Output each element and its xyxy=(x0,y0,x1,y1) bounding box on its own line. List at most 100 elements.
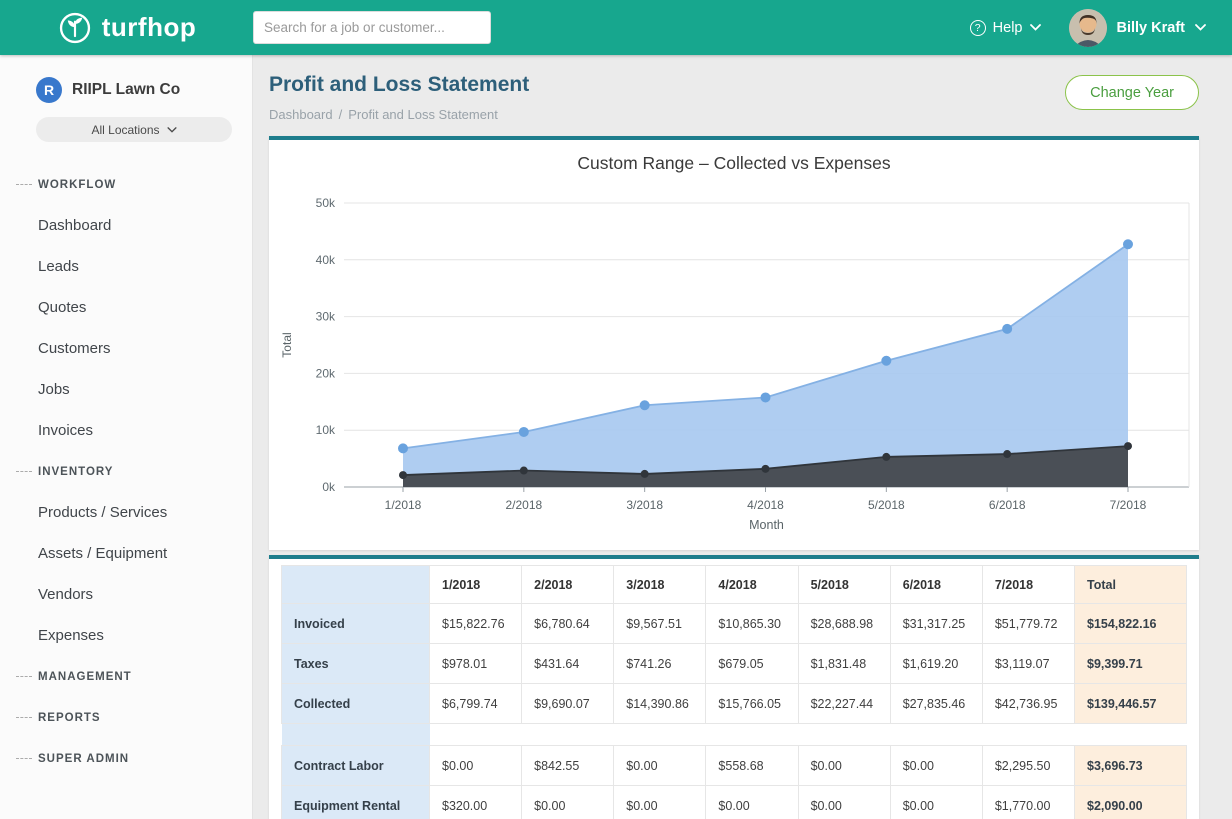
company-name: RIIPL Lawn Co xyxy=(72,81,180,99)
row-total: $2,090.00 xyxy=(1075,786,1187,819)
collected-point xyxy=(760,392,770,402)
sidebar-section-inventory[interactable]: INVENTORY xyxy=(0,451,252,492)
table-cell: $1,619.20 xyxy=(890,644,982,684)
sidebar-item-expenses[interactable]: Expenses xyxy=(0,615,252,656)
table-cell: $42,736.95 xyxy=(982,684,1074,724)
top-bar: turfhop ? Help Billy Kraft xyxy=(0,0,1232,55)
x-tick-label: 5/2018 xyxy=(868,498,905,512)
user-menu[interactable]: Billy Kraft xyxy=(1069,9,1207,47)
tree-dash-icon xyxy=(16,717,32,718)
row-label: Contract Labor xyxy=(282,746,430,786)
table-cell: $978.01 xyxy=(430,644,522,684)
search-input[interactable] xyxy=(253,11,491,44)
x-tick-label: 6/2018 xyxy=(989,498,1026,512)
table-cell: $0.00 xyxy=(798,786,890,819)
expenses-point xyxy=(1003,450,1011,458)
row-total: $154,822.16 xyxy=(1075,604,1187,644)
sidebar-item-leads[interactable]: Leads xyxy=(0,246,252,287)
col-header-total: Total xyxy=(1075,566,1187,604)
sidebar-section-super-admin[interactable]: SUPER ADMIN xyxy=(0,738,252,779)
row-label: Taxes xyxy=(282,644,430,684)
y-tick-label: 0k xyxy=(322,480,336,494)
sidebar-item-jobs[interactable]: Jobs xyxy=(0,369,252,410)
y-tick-label: 20k xyxy=(316,366,336,380)
y-tick-label: 50k xyxy=(316,196,336,210)
sidebar-item-products-services[interactable]: Products / Services xyxy=(0,492,252,533)
table-cell: $431.64 xyxy=(522,644,614,684)
row-total: $9,399.71 xyxy=(1075,644,1187,684)
change-year-button[interactable]: Change Year xyxy=(1065,75,1199,110)
x-axis-title: Month xyxy=(749,518,784,532)
table-cell: $27,835.46 xyxy=(890,684,982,724)
sidebar-section-label: MANAGEMENT xyxy=(38,671,132,683)
sidebar-section-management[interactable]: MANAGEMENT xyxy=(0,656,252,697)
sidebar-item-customers[interactable]: Customers xyxy=(0,328,252,369)
brand-logo[interactable]: turfhop xyxy=(0,10,253,46)
table-cell: $9,690.07 xyxy=(522,684,614,724)
avatar xyxy=(1069,9,1107,47)
tree-dash-icon xyxy=(16,758,32,759)
table-header-row: 1/20182/20183/20184/20185/20186/20187/20… xyxy=(282,566,1187,604)
y-axis-title: Total xyxy=(280,332,294,357)
table-row-contract-labor: Contract Labor$0.00$842.55$0.00$558.68$0… xyxy=(282,746,1187,786)
col-header-7-2018: 7/2018 xyxy=(982,566,1074,604)
col-header-5-2018: 5/2018 xyxy=(798,566,890,604)
chevron-down-icon xyxy=(167,127,177,133)
collected-point xyxy=(1123,239,1133,249)
collected-point xyxy=(519,427,529,437)
location-label: All Locations xyxy=(91,123,159,137)
location-selector[interactable]: All Locations xyxy=(36,117,232,142)
row-label: Collected xyxy=(282,684,430,724)
sidebar-section-label: WORKFLOW xyxy=(38,179,116,191)
expenses-point xyxy=(882,453,890,461)
table-cell: $842.55 xyxy=(522,746,614,786)
user-name: Billy Kraft xyxy=(1117,20,1186,36)
row-label: Equipment Rental xyxy=(282,786,430,819)
sidebar-item-dashboard[interactable]: Dashboard xyxy=(0,205,252,246)
sidebar-section-reports[interactable]: REPORTS xyxy=(0,697,252,738)
table-cell: $22,227.44 xyxy=(798,684,890,724)
spacer-cell xyxy=(282,724,430,746)
sidebar-section-label: INVENTORY xyxy=(38,466,113,478)
expenses-point xyxy=(641,470,649,478)
page-title: Profit and Loss Statement xyxy=(269,73,529,97)
breadcrumb-dashboard[interactable]: Dashboard xyxy=(269,107,333,122)
sidebar-item-invoices[interactable]: Invoices xyxy=(0,410,252,451)
table-cell: $31,317.25 xyxy=(890,604,982,644)
page-title-block: Profit and Loss Statement Dashboard/Prof… xyxy=(269,73,529,122)
expenses-point xyxy=(761,465,769,473)
col-header-2-2018: 2/2018 xyxy=(522,566,614,604)
table-cell: $6,780.64 xyxy=(522,604,614,644)
topbar-right: ? Help Billy Kraft xyxy=(970,9,1232,47)
table-row-taxes: Taxes$978.01$431.64$741.26$679.05$1,831.… xyxy=(282,644,1187,684)
help-label: Help xyxy=(993,20,1023,36)
company-logo: R xyxy=(36,77,62,103)
tree-dash-icon xyxy=(16,184,32,185)
table-cell: $51,779.72 xyxy=(982,604,1074,644)
table-cell: $9,567.51 xyxy=(614,604,706,644)
expenses-point xyxy=(399,471,407,479)
expenses-point xyxy=(1124,442,1132,450)
table-cell: $558.68 xyxy=(706,746,798,786)
table-cell: $3,119.07 xyxy=(982,644,1074,684)
sidebar-item-assets-equipment[interactable]: Assets / Equipment xyxy=(0,533,252,574)
help-menu[interactable]: ? Help xyxy=(970,20,1041,36)
table-card: 1/20182/20183/20184/20185/20186/20187/20… xyxy=(269,555,1199,819)
table-cell: $0.00 xyxy=(430,746,522,786)
help-icon: ? xyxy=(970,20,986,36)
row-total: $3,696.73 xyxy=(1075,746,1187,786)
sidebar-item-vendors[interactable]: Vendors xyxy=(0,574,252,615)
col-header-blank xyxy=(282,566,430,604)
table-cell: $0.00 xyxy=(614,746,706,786)
y-tick-label: 40k xyxy=(316,253,336,267)
chart-title: Custom Range – Collected vs Expenses xyxy=(269,140,1199,186)
sidebar-section-workflow[interactable]: WORKFLOW xyxy=(0,164,252,205)
breadcrumb: Dashboard/Profit and Loss Statement xyxy=(269,107,529,122)
table-row-invoiced: Invoiced$15,822.76$6,780.64$9,567.51$10,… xyxy=(282,604,1187,644)
collected-point xyxy=(640,400,650,410)
table-cell: $28,688.98 xyxy=(798,604,890,644)
expenses-point xyxy=(520,467,528,475)
y-tick-label: 30k xyxy=(316,310,336,324)
col-header-6-2018: 6/2018 xyxy=(890,566,982,604)
sidebar-item-quotes[interactable]: Quotes xyxy=(0,287,252,328)
